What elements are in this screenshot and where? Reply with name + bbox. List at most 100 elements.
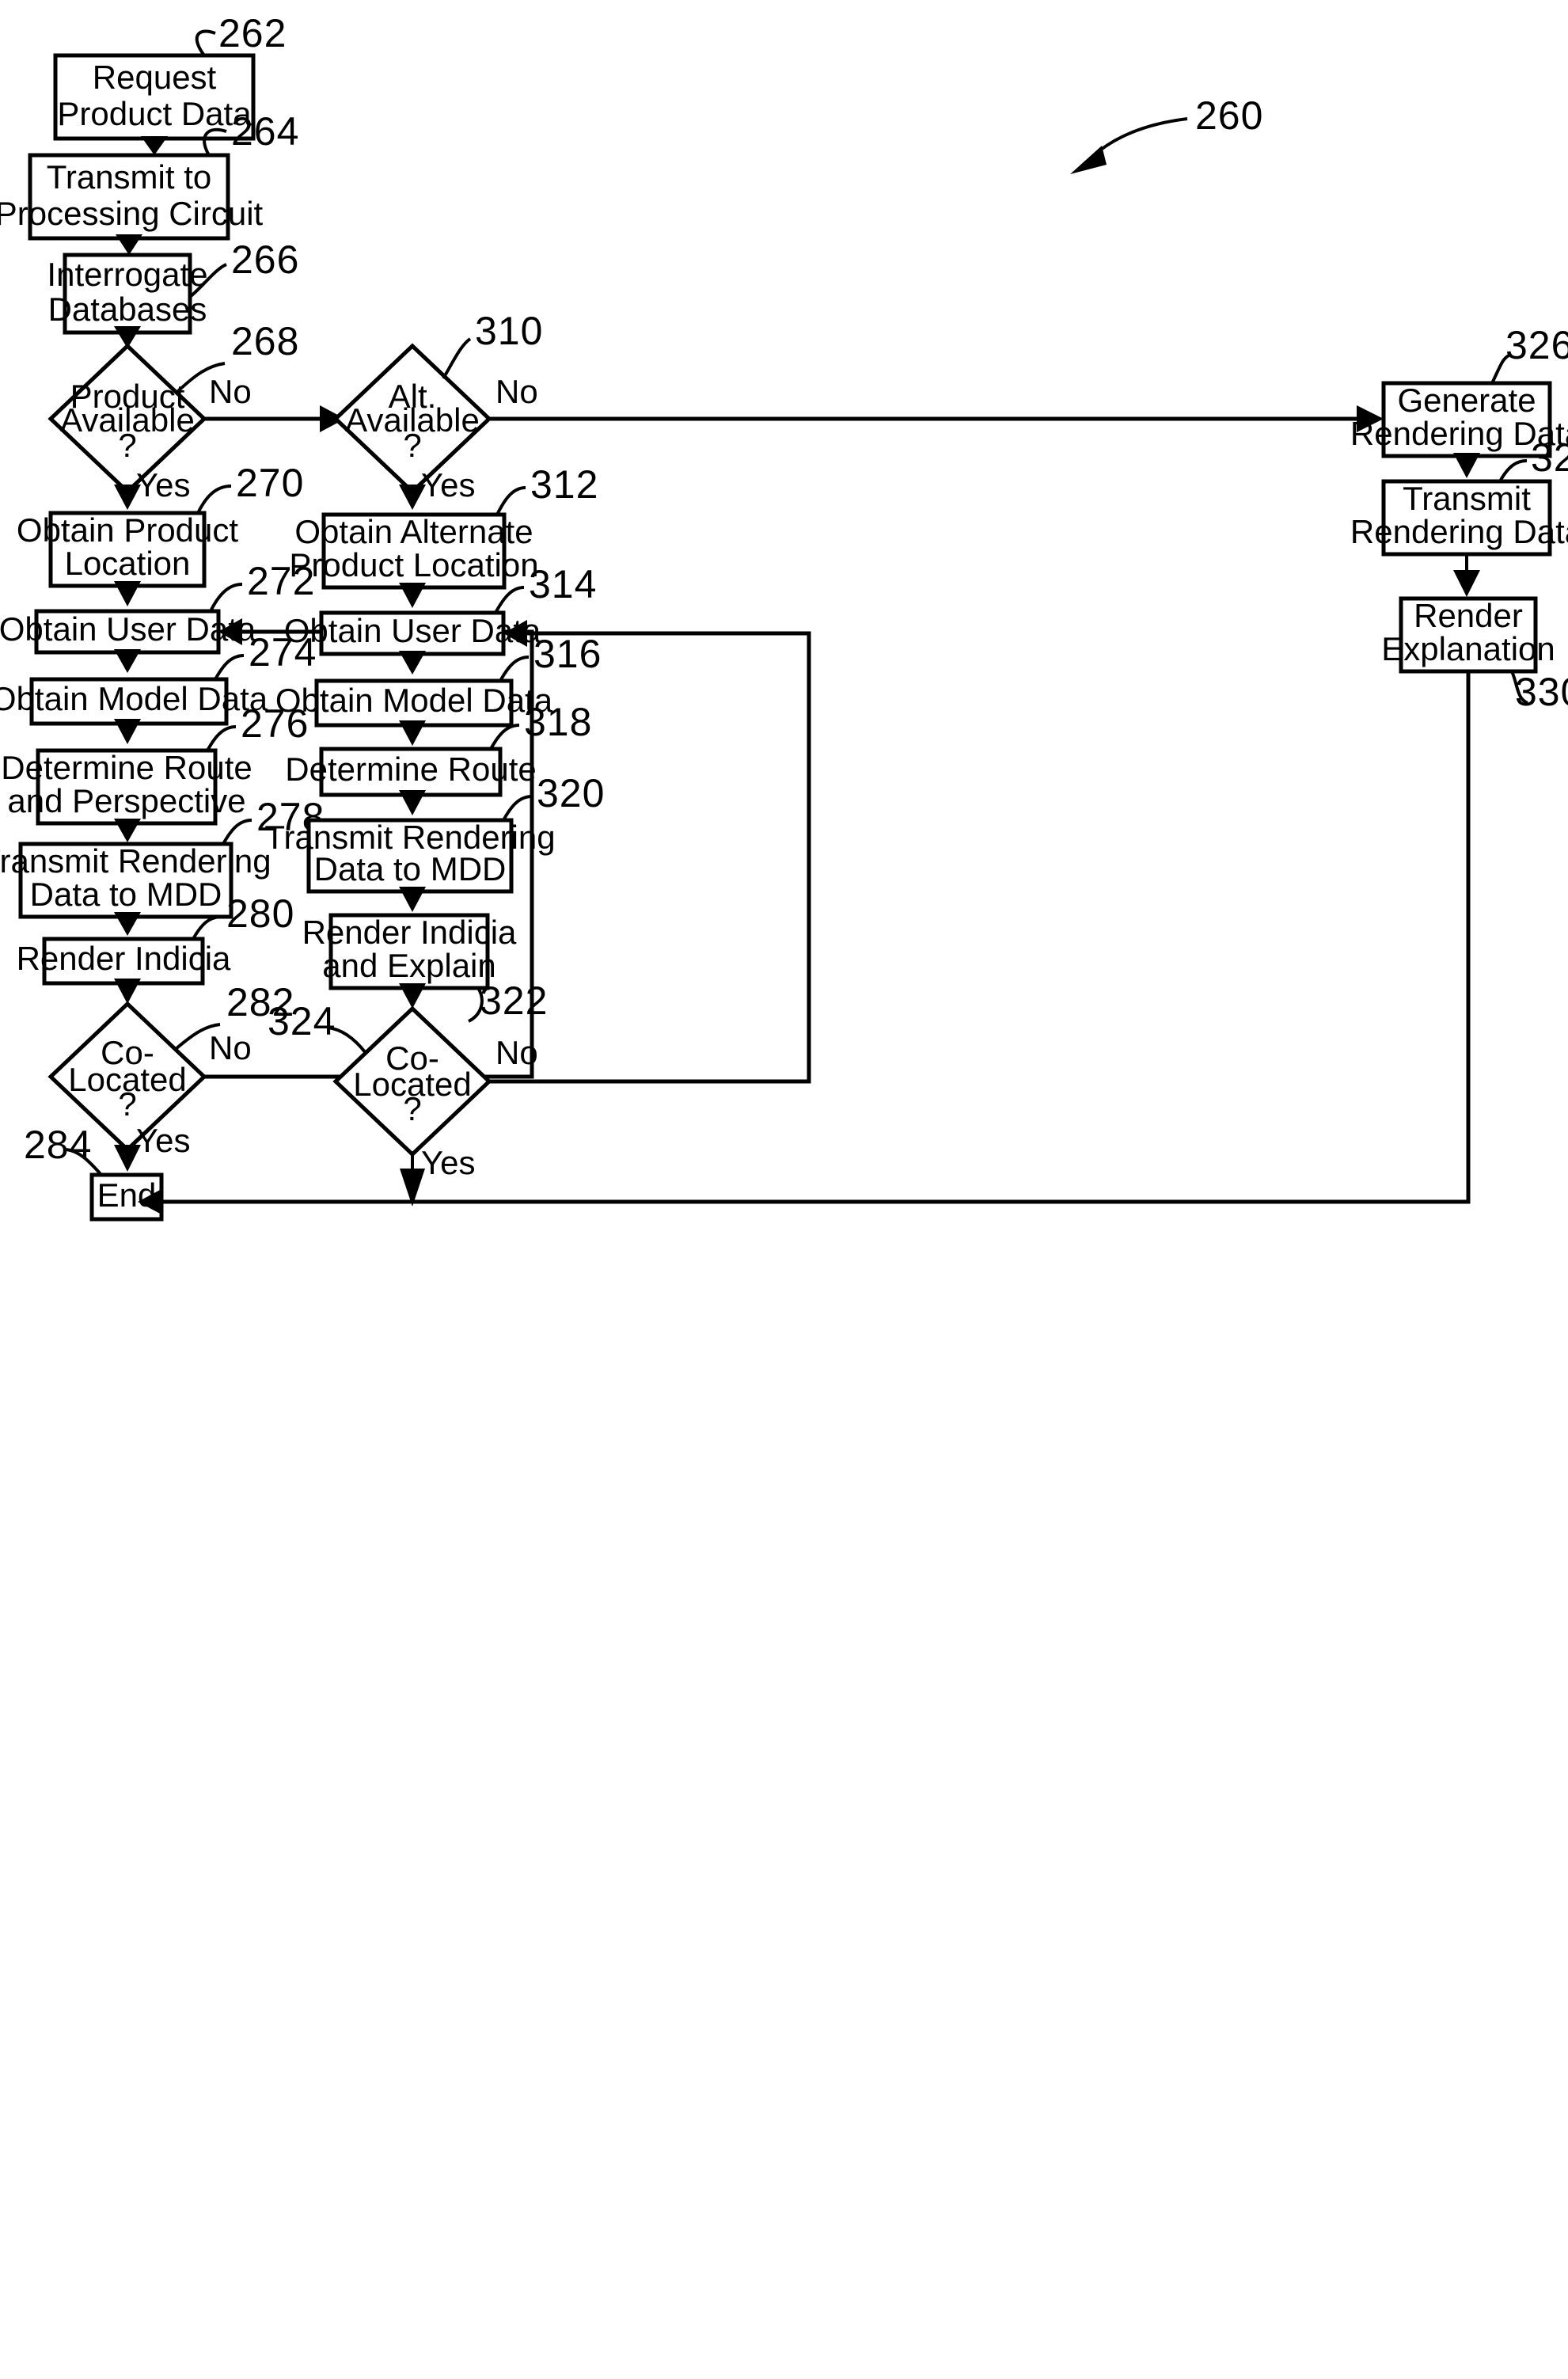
arrow-262-to-264 — [141, 136, 168, 155]
leader-274 — [214, 654, 245, 680]
ref-numeral-326: 326 — [1505, 323, 1568, 367]
edge-label-product-available-no: No — [209, 373, 252, 410]
arrowhead-280-282 — [114, 979, 141, 1004]
node-310-line-3: ? — [403, 427, 421, 464]
ref-numeral-322: 322 — [480, 979, 548, 1023]
arrowhead-270-272 — [114, 581, 141, 606]
ref-numeral-314: 314 — [529, 562, 597, 606]
node-276-line-1: Determine Route — [1, 749, 252, 786]
edge-label-colocated-left-no: No — [209, 1029, 252, 1066]
ref-numeral-270: 270 — [236, 461, 304, 505]
arrowhead-272-274 — [114, 649, 141, 673]
arrowhead-322-324 — [399, 983, 426, 1009]
leader-328 — [1498, 459, 1528, 482]
node-318-line-1: Determine Route — [285, 751, 536, 788]
node-316-line-1: Obtain Model Data — [275, 682, 553, 719]
node-render-explanation: Render Explanation 330 — [1381, 596, 1568, 714]
ref-numeral-318: 318 — [524, 700, 592, 744]
ref-numeral-264: 264 — [231, 109, 299, 154]
leader-278 — [222, 819, 252, 845]
node-268-line-3: ? — [118, 427, 136, 464]
ref-numeral-328: 328 — [1531, 435, 1568, 480]
node-284-line-1: End — [97, 1176, 157, 1214]
arrow-322-to-324 — [399, 983, 426, 1009]
arrow-270-to-272 — [114, 581, 141, 606]
arrow-280-to-282 — [114, 979, 141, 1004]
ref-numeral-310: 310 — [475, 309, 543, 353]
edge-label-colocated-left-yes: Yes — [136, 1122, 191, 1159]
arrow-328-to-330 — [1453, 554, 1480, 597]
leader-310 — [442, 337, 472, 380]
node-278-line-2: Data to MDD — [30, 876, 222, 913]
ref-numeral-280: 280 — [226, 891, 294, 936]
leader-280 — [192, 915, 222, 940]
ref-numeral-266: 266 — [231, 238, 299, 282]
arrowhead-264-266 — [116, 234, 142, 255]
arrowhead-328-330 — [1453, 570, 1480, 597]
leader-320 — [502, 795, 533, 821]
edge-alt-available-no: No — [489, 373, 1384, 432]
arrow-276-to-278 — [114, 819, 141, 842]
node-278-line-1: Transmit Rendering — [0, 842, 271, 880]
node-274-line-1: Obtain Model Data — [0, 680, 268, 717]
edge-label-alt-available-yes: Yes — [421, 466, 476, 504]
arrow-320-to-322 — [399, 887, 426, 912]
node-282-line-3: ? — [118, 1085, 136, 1123]
node-262-line-1: Request — [93, 59, 217, 96]
ref-numeral-284: 284 — [24, 1123, 92, 1167]
edge-label-colocated-middle-no: No — [495, 1034, 538, 1071]
node-270-line-1: Obtain Product — [17, 511, 238, 549]
node-276-line-2: and Perspective — [7, 782, 245, 819]
node-312-line-2: Product Location — [289, 546, 538, 583]
arrowhead-262-264 — [141, 136, 168, 155]
arrowhead-278-280 — [114, 912, 141, 936]
node-322-line-2: and Explain — [322, 947, 496, 984]
arrow-316-to-318 — [399, 720, 426, 746]
leader-318 — [489, 724, 520, 750]
node-266-line-2: Databases — [48, 291, 207, 328]
node-322-line-1: Render Indicia — [302, 914, 517, 951]
arrow-312-to-314 — [399, 583, 426, 608]
node-280-line-1: Render Indicia — [17, 940, 231, 977]
leader-270 — [196, 485, 232, 514]
arrow-314-to-316 — [399, 651, 426, 675]
arrow-274-to-276 — [114, 719, 141, 744]
edge-label-product-available-yes: Yes — [136, 466, 191, 504]
node-326-line-1: Generate — [1397, 382, 1536, 419]
node-264-line-2: Processing Circuit — [0, 195, 264, 232]
node-314-line-1: Obtain User Data — [284, 612, 541, 649]
arrowhead-318-320 — [399, 790, 426, 815]
node-328-line-2: Rendering Data — [1350, 513, 1568, 550]
ref-numeral-312: 312 — [530, 462, 598, 507]
node-312-line-1: Obtain Alternate — [294, 513, 533, 550]
edge-label-colocated-middle-yes: Yes — [421, 1144, 476, 1181]
arrow-326-to-328 — [1453, 453, 1480, 478]
edge-product-available-no: No — [204, 373, 345, 432]
node-266-line-1: Interrogate — [47, 256, 207, 293]
arrow-278-to-280 — [114, 912, 141, 936]
ref-numeral-260: 260 — [1195, 93, 1263, 138]
arrowhead-326-328 — [1453, 453, 1480, 478]
leader-314 — [494, 586, 525, 614]
ref-numeral-316: 316 — [533, 632, 602, 676]
node-264-line-1: Transmit to — [47, 158, 211, 196]
arrow-264-to-266 — [116, 234, 142, 255]
ref-numeral-262: 262 — [218, 11, 287, 55]
node-270-line-2: Location — [65, 545, 191, 582]
leader-276 — [206, 725, 237, 751]
arrow-272-to-274 — [114, 649, 141, 673]
node-272-line-1: Obtain User Data — [0, 610, 256, 648]
figure-ref-260: 260 — [1070, 93, 1263, 174]
ref-numeral-268: 268 — [231, 319, 299, 363]
node-330-line-1: Render — [1414, 597, 1523, 634]
arrowhead-276-278 — [114, 819, 141, 842]
node-interrogate-databases: Interrogate Databases 266 — [47, 238, 299, 335]
node-328-line-1: Transmit — [1403, 480, 1531, 517]
flowchart-canvas: 260 Request Product Data 262 Transmit to… — [0, 11, 1568, 1222]
node-262-line-2: Product Data — [57, 95, 252, 132]
arrowhead-314-316 — [399, 651, 426, 675]
ref-numeral-330: 330 — [1515, 670, 1568, 714]
leader-272 — [209, 583, 243, 612]
ref-numeral-320: 320 — [537, 771, 605, 815]
leader-316 — [499, 656, 530, 682]
